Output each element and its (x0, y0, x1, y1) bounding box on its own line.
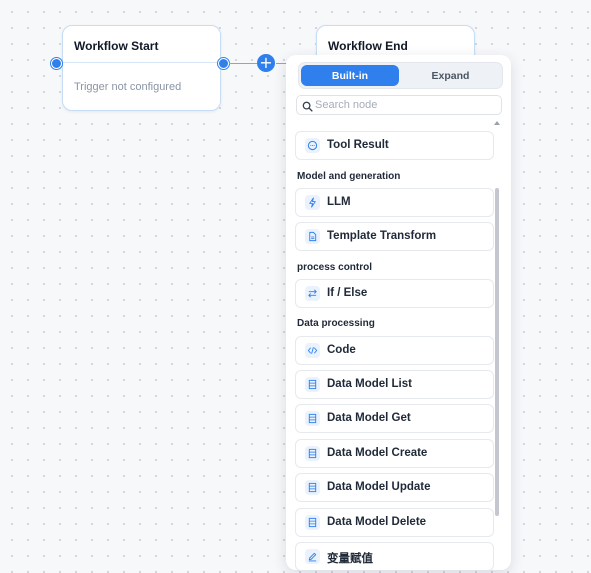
connection-edge (229, 63, 257, 64)
node-item-label: Data Model List (327, 378, 412, 390)
node-item-data-model-get[interactable]: Data Model Get (295, 404, 494, 433)
node-title: Workflow End (328, 39, 408, 53)
start-output-port[interactable] (218, 58, 229, 69)
lightning-icon (305, 195, 320, 210)
node-item-label: Tool Result (327, 139, 389, 151)
node-status-text: Trigger not configured (74, 81, 182, 93)
node-divider (63, 62, 220, 63)
swap-arrows-icon (305, 286, 320, 301)
table-icon (305, 446, 320, 461)
code-icon (305, 343, 320, 358)
node-item-template-transform[interactable]: Template Transform (295, 222, 494, 251)
add-node-button[interactable]: + (257, 54, 275, 72)
node-item-variable-assign[interactable]: 变量赋值 (295, 542, 494, 570)
search-input[interactable] (315, 97, 495, 112)
tab-built-in[interactable]: Built-in (301, 65, 399, 86)
group-heading: process control (297, 262, 373, 273)
pencil-icon (305, 549, 320, 564)
chat-bubble-icon (305, 138, 320, 153)
node-item-label: Data Model Get (327, 412, 411, 424)
node-item-label: Data Model Delete (327, 516, 427, 528)
node-item-label: Data Model Create (327, 447, 428, 459)
group-heading: Model and generation (297, 171, 401, 182)
table-icon (305, 480, 320, 495)
table-icon (305, 515, 320, 530)
start-input-port[interactable] (51, 58, 62, 69)
tab-expand[interactable]: Expand (401, 65, 500, 86)
node-item-data-model-list[interactable]: Data Model List (295, 370, 494, 399)
node-item-label: LLM (327, 196, 351, 208)
document-icon (305, 229, 320, 244)
workflow-start-node[interactable]: Workflow Start Trigger not configured (62, 25, 221, 111)
table-icon (305, 411, 320, 426)
table-icon (305, 377, 320, 392)
node-item-label: Code (327, 344, 356, 356)
node-item-code[interactable]: Code (295, 336, 494, 365)
node-item-label: 变量赋值 (327, 553, 373, 565)
node-item-label: Data Model Update (327, 481, 431, 493)
scrollbar-thumb[interactable] (495, 188, 499, 516)
search-box (296, 95, 502, 115)
scroll-up-arrow-icon[interactable] (494, 121, 500, 125)
node-item-data-model-create[interactable]: Data Model Create (295, 439, 494, 468)
node-title: Workflow Start (74, 39, 159, 53)
node-item-llm[interactable]: LLM (295, 188, 494, 217)
tab-switcher: Built-in Expand (298, 62, 503, 89)
search-icon (302, 99, 313, 117)
node-item-data-model-delete[interactable]: Data Model Delete (295, 508, 494, 537)
node-item-label: Template Transform (327, 230, 437, 242)
node-item-data-model-update[interactable]: Data Model Update (295, 473, 494, 502)
node-picker-panel: Built-in Expand Tool Result Model and ge… (286, 55, 511, 570)
node-item-if-else[interactable]: If / Else (295, 279, 494, 308)
node-item-label: If / Else (327, 287, 368, 299)
node-item-tool-result[interactable]: Tool Result (295, 131, 494, 160)
group-heading: Data processing (297, 318, 375, 329)
